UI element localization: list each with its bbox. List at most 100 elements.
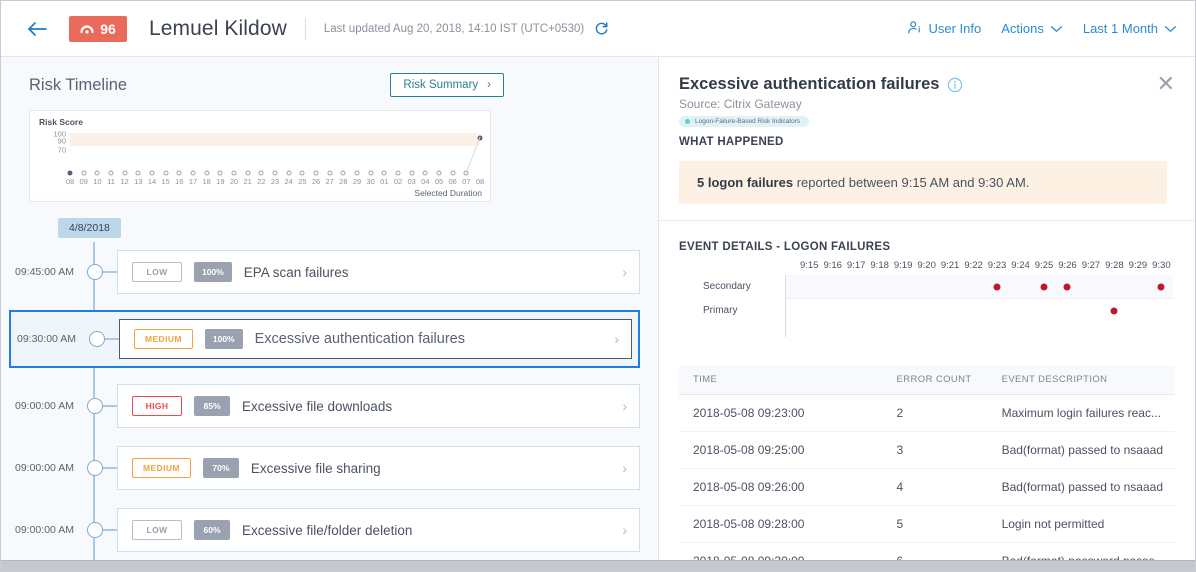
chevron-right-icon[interactable]: › — [622, 398, 627, 414]
table-cell-event-description: Bad(format) passed to nsaaad — [992, 469, 1175, 506]
y-tick-90: 90 — [58, 137, 66, 146]
user-info-button[interactable]: User Info — [907, 20, 981, 38]
x-tick-25: 03 — [407, 177, 415, 186]
info-circle-icon[interactable] — [947, 77, 963, 93]
risk-indicator-card[interactable]: MEDIUM100%Excessive authentication failu… — [119, 319, 632, 359]
time-tick-9-27: 9:27 — [1082, 260, 1101, 271]
event-point-secondary-9-23[interactable] — [994, 284, 1001, 291]
timeline-item-time: 09:00:00 AM — [15, 400, 85, 412]
table-col-event-description[interactable]: EVENT DESCRIPTION — [992, 365, 1175, 395]
timeline-item[interactable]: 09:00:00 AM LOW60%Excessive file/folder d… — [1, 506, 658, 554]
time-tick-9-16: 9:16 — [823, 260, 842, 271]
timeline-item-time: 09:00:00 AM — [15, 462, 85, 474]
chevron-right-icon[interactable]: › — [622, 264, 627, 280]
timeline-node — [87, 398, 103, 414]
event-point-primary-9-28[interactable] — [1111, 308, 1118, 315]
what-happened-label: WHAT HAPPENED — [679, 136, 1167, 148]
risk-summary-button[interactable]: Risk Summary › — [390, 73, 504, 97]
table-cell-event-description: Bad(format) passed to nsaaad — [992, 432, 1175, 469]
x-tick-2: 10 — [93, 177, 101, 186]
risk-indicator-name: Excessive file sharing — [251, 461, 381, 476]
time-tick-9-17: 9:17 — [847, 260, 866, 271]
risk-line — [70, 131, 480, 173]
time-tick-9-24: 9:24 — [1011, 260, 1030, 271]
table-cell-error-count: 3 — [887, 432, 992, 469]
time-range-dropdown[interactable]: Last 1 Month — [1083, 21, 1177, 36]
risk-timeline-app: 96 Lemuel Kildow Last updated Aug 20, 20… — [0, 0, 1196, 572]
chevron-right-icon[interactable]: › — [622, 522, 627, 538]
time-tick-9-21: 9:21 — [941, 260, 960, 271]
x-tick-28: 06 — [448, 177, 456, 186]
risk-indicator-card[interactable]: LOW100%EPA scan failures› — [117, 250, 640, 294]
timeline-item[interactable]: 09:45:00 AM LOW100%EPA scan failures› — [1, 248, 658, 296]
app-header: 96 Lemuel Kildow Last updated Aug 20, 20… — [1, 1, 1195, 57]
event-point-secondary-9-30[interactable] — [1158, 284, 1165, 291]
timeline-item-selected[interactable]: 09:30:00 AMMEDIUM100%Excessive authentic… — [9, 310, 640, 368]
risk-indicator-card[interactable]: HIGH85%Excessive file downloads› — [117, 384, 640, 428]
x-tick-27: 05 — [435, 177, 443, 186]
timeline-item[interactable]: 09:00:00 AMMEDIUM70%Excessive file shari… — [1, 444, 658, 492]
table-row[interactable]: 2018-05-08 09:28:005Login not permitted — [679, 506, 1175, 543]
event-point-secondary-9-26[interactable] — [1064, 284, 1071, 291]
x-tick-10: 18 — [202, 177, 210, 186]
x-tick-8: 16 — [175, 177, 183, 186]
time-tick-9-18: 9:18 — [870, 260, 889, 271]
chevron-down-icon — [1164, 21, 1177, 36]
risk-score-chart: Risk Score 100 90 70 0809101112131415161… — [29, 110, 491, 202]
timeline-item[interactable]: 09:00:00 AM HIGH85%Excessive file downloa… — [1, 382, 658, 430]
risk-timeline-panel: Risk Timeline Risk Summary › Risk Score … — [1, 57, 659, 560]
table-col-time[interactable]: TIME — [679, 365, 887, 395]
scatter-row-secondary — [786, 275, 1173, 299]
table-row[interactable]: 2018-05-08 09:23:002Maximum login failur… — [679, 395, 1175, 432]
table-cell-time: 2018-05-08 09:23:00 — [679, 395, 887, 432]
arrow-left-icon[interactable] — [25, 16, 51, 42]
x-tick-30: 08 — [476, 177, 484, 186]
risk-indicator-card[interactable]: MEDIUM70%Excessive file sharing› — [117, 446, 640, 490]
scatter-row-label-primary: Primary — [703, 299, 785, 323]
close-icon[interactable]: ✕ — [1157, 73, 1175, 95]
tag-dot-icon — [685, 119, 690, 124]
event-details-title: EVENT DETAILS - LOGON FAILURES — [679, 241, 1175, 253]
timeline-connector — [103, 467, 117, 469]
timeline-item-time: 09:45:00 AM — [15, 266, 85, 278]
logon-failures-chart: Secondary Primary 9:159:169:179:189:199:… — [703, 275, 1175, 337]
header-actions: User Info Actions Last 1 Month — [907, 20, 1177, 38]
event-point-secondary-9-25[interactable] — [1040, 284, 1047, 291]
timeline-item-time: 09:00:00 AM — [15, 524, 85, 536]
x-tick-29: 07 — [462, 177, 470, 186]
actions-dropdown[interactable]: Actions — [1001, 21, 1063, 36]
y-tick-70: 70 — [58, 146, 66, 155]
table-col-error-count[interactable]: ERROR COUNT — [887, 365, 992, 395]
x-tick-20: 28 — [339, 177, 347, 186]
x-tick-13: 21 — [243, 177, 251, 186]
table-cell-time: 2018-05-08 09:26:00 — [679, 469, 887, 506]
table-cell-error-count: 5 — [887, 506, 992, 543]
table-row[interactable]: 2018-05-08 09:30:006Bad(format) password… — [679, 543, 1175, 561]
refresh-icon[interactable] — [594, 21, 609, 36]
chevron-right-icon[interactable]: › — [614, 331, 619, 347]
timeline-node — [89, 331, 105, 347]
x-tick-7: 15 — [161, 177, 169, 186]
table-row[interactable]: 2018-05-08 09:25:003Bad(format) passed t… — [679, 432, 1175, 469]
gauge-icon — [80, 24, 94, 34]
confidence-chip: 60% — [194, 520, 230, 540]
timeline-connector — [103, 529, 117, 531]
horizontal-scrollbar[interactable] — [1, 560, 1195, 571]
risk-indicator-card[interactable]: LOW60%Excessive file/folder deletion› — [117, 508, 640, 552]
x-tick-18: 26 — [312, 177, 320, 186]
table-row[interactable]: 2018-05-08 09:26:004Bad(format) passed t… — [679, 469, 1175, 506]
x-tick-21: 29 — [353, 177, 361, 186]
what-happened-banner: 5 logon failures reported between 9:15 A… — [679, 161, 1167, 204]
risk-timeline-title: Risk Timeline — [29, 76, 127, 95]
confidence-chip: 100% — [205, 329, 243, 349]
severity-badge: MEDIUM — [134, 329, 193, 349]
chevron-right-icon[interactable]: › — [622, 460, 627, 476]
time-tick-9-15: 9:15 — [800, 260, 819, 271]
event-source: Source: Citrix Gateway — [679, 97, 1167, 111]
risk-score-badge[interactable]: 96 — [69, 16, 127, 42]
x-tick-3: 11 — [107, 177, 115, 186]
severity-badge: MEDIUM — [132, 458, 191, 478]
risk-score-points: 0809101112131415161718192021222324252627… — [70, 131, 480, 173]
x-tick-19: 27 — [325, 177, 333, 186]
selected-duration-label: Selected Duration — [414, 188, 482, 198]
